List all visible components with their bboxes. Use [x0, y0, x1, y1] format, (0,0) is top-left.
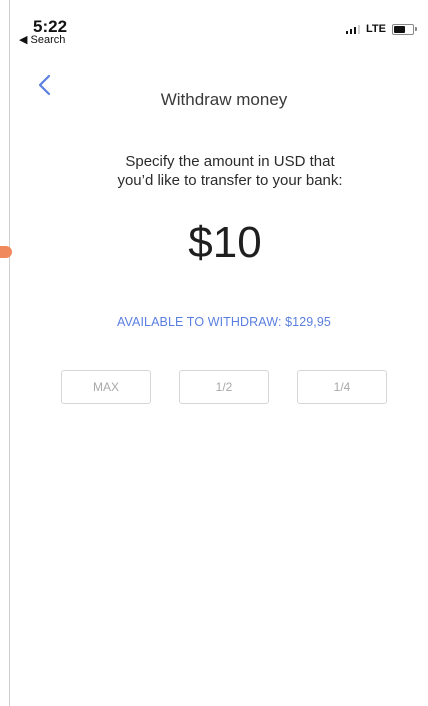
page-title: Withdraw money	[160, 90, 288, 109]
instructions-text: Specify the amount in USD that you’d lik…	[0, 152, 428, 190]
battery-icon	[392, 23, 417, 35]
status-indicators: LTE	[345, 23, 417, 35]
instructions-line-2: you’d like to transfer to your bank:	[117, 172, 343, 189]
signal-icon	[345, 24, 361, 34]
instructions-line-1: Specify the amount in USD that	[125, 153, 335, 170]
status-back-to-search[interactable]: ◀ Search	[19, 33, 65, 46]
quick-amount-buttons: MAX 1/2 1/4	[61, 370, 388, 406]
max-button[interactable]: MAX	[61, 370, 151, 404]
half-button[interactable]: 1/2	[179, 370, 269, 404]
quarter-button[interactable]: 1/4	[297, 370, 387, 404]
amount-value[interactable]: $10	[0, 218, 428, 268]
network-label: LTE	[366, 23, 386, 35]
status-bar: 5:22 ◀ Search LTE	[0, 0, 428, 50]
available-to-withdraw: AVAILABLE TO WITHDRAW: $129,95	[117, 315, 331, 329]
